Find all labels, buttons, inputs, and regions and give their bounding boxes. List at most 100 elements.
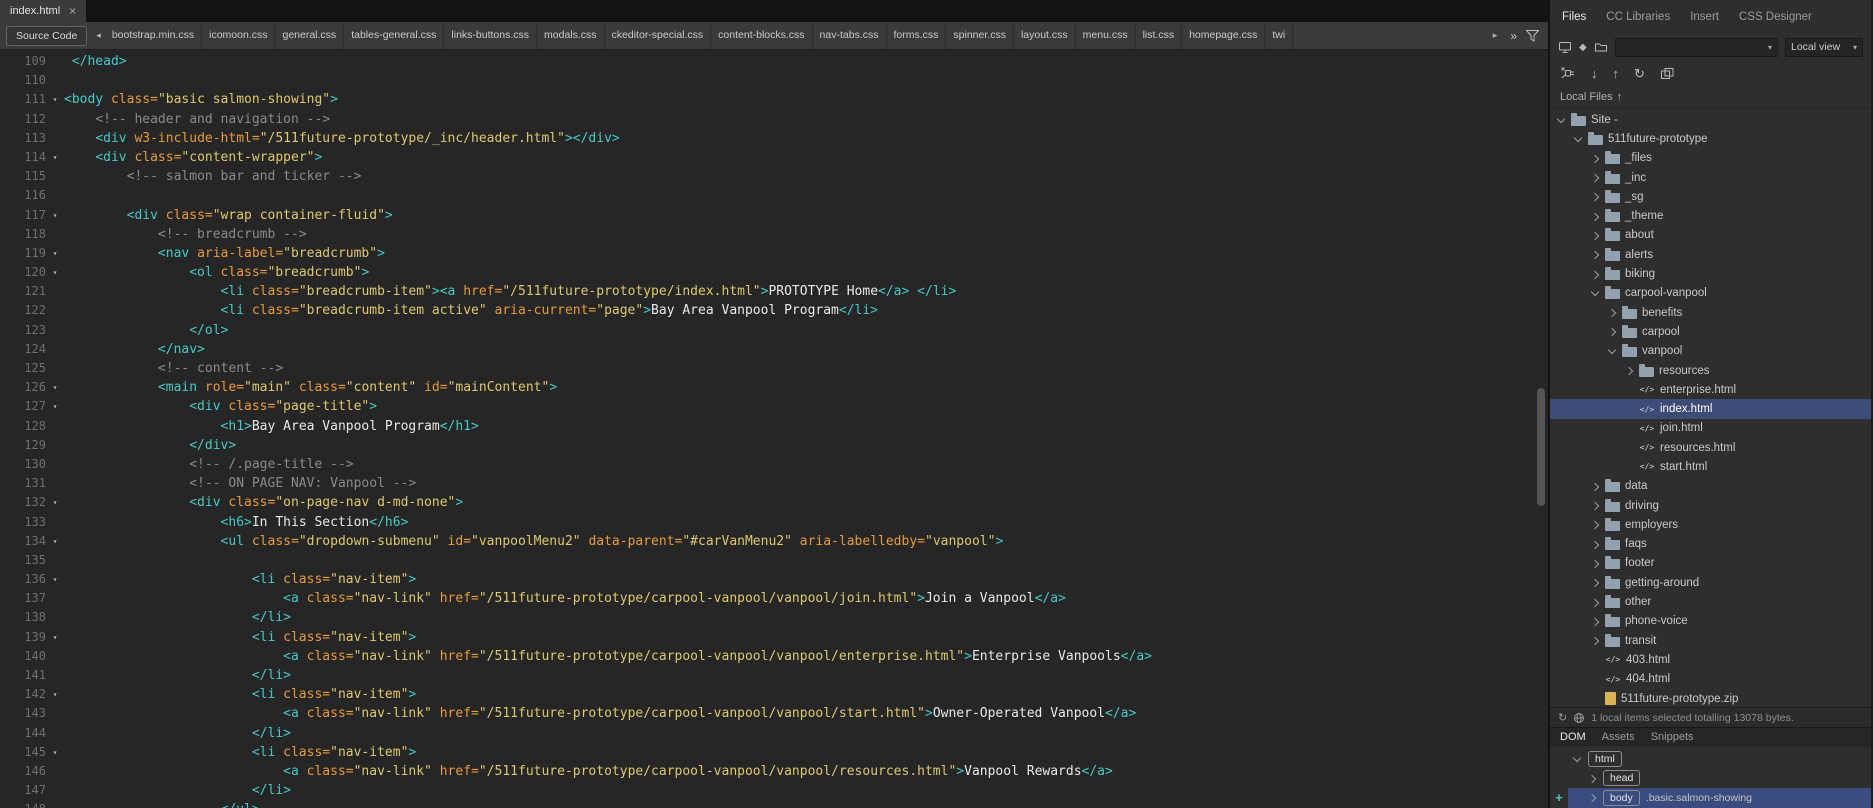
folder-tree-item[interactable]: carpool [1550,322,1871,341]
code-text[interactable]: <a class="nav-link" href="/511future-pro… [64,647,1548,666]
related-file-tab[interactable]: bootstrap.min.css [105,22,203,49]
related-file-tab[interactable]: ckeditor-special.css [605,22,712,49]
code-line[interactable]: 125 <!-- content --> [0,359,1548,378]
related-file-tab[interactable]: links-buttons.css [444,22,538,49]
code-line[interactable]: 112 <!-- header and navigation --> [0,110,1548,129]
file-tree-item[interactable]: </> 404.html [1550,670,1871,689]
site-select[interactable]: ▾ [1614,37,1778,57]
code-text[interactable]: <a class="nav-link" href="/511future-pro… [64,762,1548,781]
code-line[interactable]: 146 <a class="nav-link" href="/511future… [0,762,1548,781]
fold-arrow-icon[interactable]: ▾ [46,685,64,704]
fold-arrow-icon[interactable]: ▾ [46,570,64,589]
folder-tree-item[interactable]: 511future-prototype [1550,129,1871,148]
fold-arrow-icon[interactable]: ▾ [46,263,64,282]
code-line[interactable]: 135 [0,551,1548,570]
code-text[interactable]: <!-- /.page-title --> [64,455,1548,474]
code-line[interactable]: 124 </nav> [0,340,1548,359]
connect-server-icon[interactable] [1560,66,1576,80]
chevron-right-icon[interactable] [1590,597,1600,607]
chevron-down-icon[interactable] [1590,288,1600,298]
code-line[interactable]: 144 </li> [0,724,1548,743]
code-line[interactable]: 131 <!-- ON PAGE NAV: Vanpool --> [0,474,1548,493]
code-text[interactable]: <li class="breadcrumb-item active" aria-… [64,301,1548,320]
file-tree-item[interactable]: </> enterprise.html [1550,380,1871,399]
code-text[interactable]: </ul> [64,800,1548,808]
code-text[interactable]: <div w3-include-html="/511future-prototy… [64,129,1548,148]
panel-tab-css-designer[interactable]: CSS Designer [1739,11,1812,23]
file-tree-item[interactable]: 511future-prototype.zip [1550,689,1871,707]
code-line[interactable]: 116 [0,186,1548,205]
chevron-right-icon[interactable] [1590,578,1600,588]
related-file-tab[interactable]: modals.css [537,22,605,49]
expand-panel-icon[interactable] [1660,67,1675,80]
dom-row-body[interactable]: body .basic.salmon-showing [1568,788,1871,808]
code-line[interactable]: 115 <!-- salmon bar and ticker --> [0,167,1548,186]
log-globe-icon[interactable] [1573,712,1585,724]
code-line[interactable]: 142 ▾ <li class="nav-item"> [0,685,1548,704]
code-text[interactable]: <main role="main" class="content" id="ma… [64,378,1548,397]
code-text[interactable]: <!-- breadcrumb --> [64,225,1548,244]
chevron-right-icon[interactable] [1607,308,1617,318]
chevron-right-icon[interactable] [1587,773,1597,783]
dom-tag-html[interactable]: html [1588,750,1622,767]
code-text[interactable]: </nav> [64,340,1548,359]
source-code-button[interactable]: Source Code [6,25,88,46]
server-view-icon[interactable] [1558,41,1572,54]
refresh-icon[interactable]: ↻ [1558,711,1567,724]
code-text[interactable]: <li class="nav-item"> [64,570,1548,589]
folder-tree-item[interactable]: _files [1550,149,1871,168]
code-text[interactable]: <!-- header and navigation --> [64,110,1548,129]
code-text[interactable]: <h6>In This Section</h6> [64,513,1548,532]
code-text[interactable]: <li class="nav-item"> [64,743,1548,762]
chevron-right-icon[interactable] [1590,539,1600,549]
code-line[interactable]: 129 </div> [0,436,1548,455]
folder-tree-item[interactable]: faqs [1550,535,1871,554]
dom-tree-item-html[interactable]: html [1550,749,1871,769]
chevron-right-icon[interactable] [1590,481,1600,491]
chevron-down-icon[interactable] [1573,134,1583,144]
code-text[interactable]: <div class="wrap container-fluid"> [64,206,1548,225]
code-line[interactable]: 130 <!-- /.page-title --> [0,455,1548,474]
fold-arrow-icon[interactable]: ▾ [46,628,64,647]
fold-arrow-icon[interactable]: ▾ [46,743,64,762]
folder-tree-item[interactable]: footer [1550,554,1871,573]
related-file-tab[interactable]: content-blocks.css [711,22,813,49]
file-tree-item[interactable]: </> index.html [1550,399,1871,419]
dom-tag-body[interactable]: body [1603,789,1640,806]
dom-panel-tab-dom[interactable]: DOM [1560,731,1586,743]
chevron-right-icon[interactable] [1590,250,1600,260]
fold-arrow-icon[interactable]: ▾ [46,493,64,512]
dom-tree-item-body[interactable]: + body .basic.salmon-showing [1550,788,1871,808]
code-text[interactable]: </head> [64,52,1548,71]
filter-icon[interactable] [1526,29,1539,42]
chevron-down-icon[interactable] [1572,754,1582,764]
folder-tree-item[interactable]: benefits [1550,303,1871,322]
dom-row-body[interactable]: html [1568,749,1871,769]
code-text[interactable]: <li class="nav-item"> [64,685,1548,704]
chevron-right-icon[interactable] [1590,230,1600,240]
related-file-tab[interactable]: spinner.css [946,22,1014,49]
chevron-right-icon[interactable] [1590,269,1600,279]
folder-tree-item[interactable]: about [1550,226,1871,245]
code-text[interactable]: </div> [64,436,1548,455]
scroll-right-icon[interactable]: ▸ [1489,30,1502,41]
fold-arrow-icon[interactable]: ▾ [46,148,64,167]
code-text[interactable] [64,551,1548,570]
code-line[interactable]: 147 </li> [0,781,1548,800]
folder-view-icon[interactable] [1594,41,1608,53]
code-line[interactable]: 117 ▾ <div class="wrap container-fluid"> [0,206,1548,225]
chevron-down-icon[interactable] [1607,346,1617,356]
refresh-icon[interactable]: ↻ [1634,67,1645,80]
fold-arrow-icon[interactable]: ▾ [46,206,64,225]
code-line[interactable]: 113 <div w3-include-html="/511future-pro… [0,129,1548,148]
code-line[interactable]: 143 <a class="nav-link" href="/511future… [0,704,1548,723]
folder-tree-item[interactable]: alerts [1550,245,1871,264]
code-line[interactable]: 111 ▾ <body class="basic salmon-showing"> [0,90,1548,109]
folder-tree-item[interactable]: carpool-vanpool [1550,284,1871,303]
panel-tab-files[interactable]: Files [1562,11,1586,23]
chevron-right-icon[interactable] [1607,327,1617,337]
code-text[interactable]: <div class="on-page-nav d-md-none"> [64,493,1548,512]
dom-row-body[interactable]: head [1568,769,1871,789]
fold-arrow-icon[interactable]: ▾ [46,378,64,397]
code-text[interactable]: <!-- content --> [64,359,1548,378]
